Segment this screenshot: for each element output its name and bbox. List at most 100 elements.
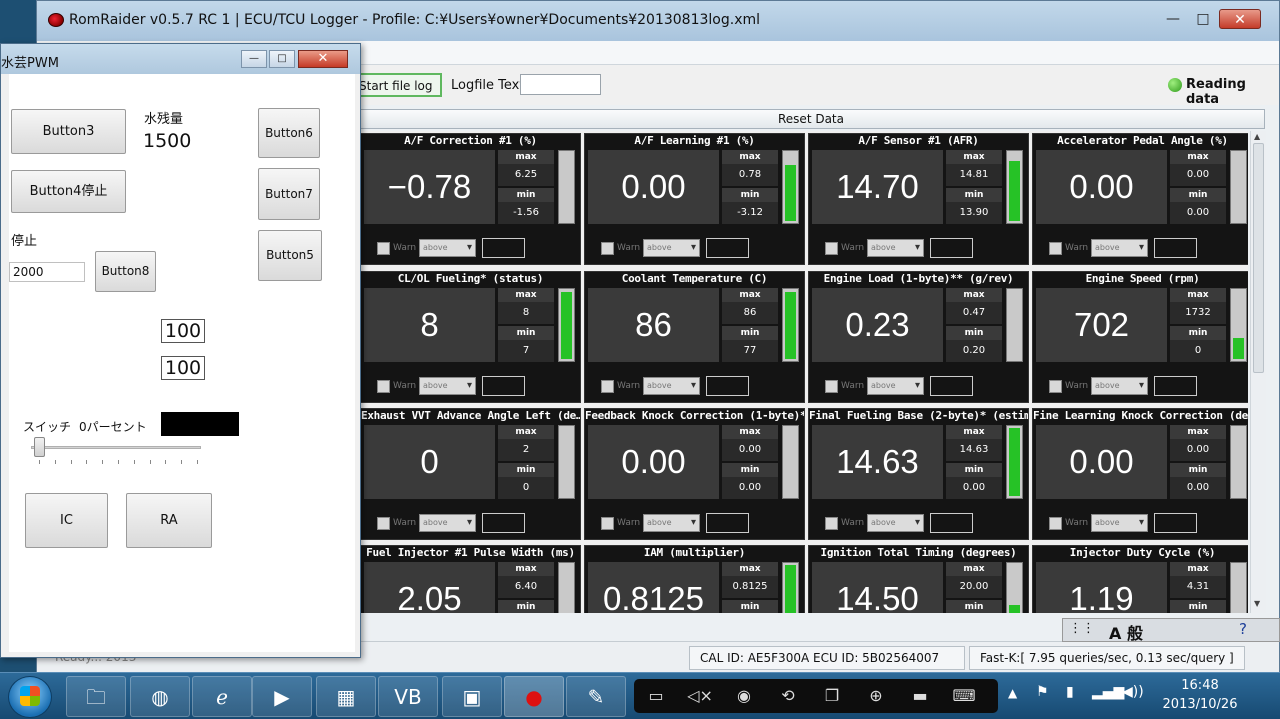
warn-threshold-input[interactable] [1154, 376, 1197, 396]
signal-icon[interactable]: ▂▄▆ [1092, 684, 1124, 700]
slider-tick [197, 460, 198, 464]
warn-mode-select[interactable]: above [419, 514, 476, 532]
globe-icon[interactable]: ◍ [130, 676, 190, 717]
button7[interactable]: Button7 [258, 168, 320, 220]
media-player-icon[interactable]: ▶ [252, 676, 312, 717]
warn-threshold-input[interactable] [482, 513, 525, 533]
warn-threshold-input[interactable] [706, 513, 749, 533]
start-button[interactable] [8, 676, 52, 718]
scrollbar-thumb[interactable] [1253, 143, 1264, 373]
zoom-icon[interactable]: ⊕ [854, 679, 898, 713]
warn-checkbox[interactable] [1049, 380, 1062, 393]
tray-arrow-icon[interactable]: ▲ [1008, 686, 1017, 700]
warn-threshold-input[interactable] [1154, 513, 1197, 533]
warn-mode-select[interactable]: above [867, 514, 924, 532]
warn-mode-select[interactable]: above [643, 377, 700, 395]
warn-mode-select[interactable]: above [419, 239, 476, 257]
warn-checkbox[interactable] [825, 242, 838, 255]
gauges-scrollbar[interactable]: ▲ ▼ [1250, 131, 1266, 613]
warn-checkbox[interactable] [601, 242, 614, 255]
button8[interactable]: Button8 [95, 251, 156, 292]
pwm-close-button[interactable]: ✕ [298, 50, 348, 68]
warn-threshold-input[interactable] [1154, 238, 1197, 258]
warn-mode-select[interactable]: above [1091, 514, 1148, 532]
start-file-log-button[interactable]: Start file log [353, 73, 442, 97]
warn-threshold-input[interactable] [482, 376, 525, 396]
warn-checkbox[interactable] [377, 380, 390, 393]
logfile-text-input[interactable] [520, 74, 601, 95]
minimize-button[interactable]: — [1159, 9, 1187, 29]
warn-checkbox[interactable] [825, 380, 838, 393]
ic-button[interactable]: IC [25, 493, 108, 548]
warn-mode-select[interactable]: above [1091, 377, 1148, 395]
warn-threshold-input[interactable] [706, 376, 749, 396]
warn-checkbox[interactable] [1049, 242, 1062, 255]
pwm-minimize-button[interactable]: — [241, 50, 267, 68]
close-button[interactable]: ✕ [1219, 9, 1261, 29]
romraider-app-icon [48, 13, 64, 27]
warn-checkbox[interactable] [601, 517, 614, 530]
scroll-down-icon[interactable]: ▼ [1254, 599, 1260, 608]
screen-icon[interactable]: ▬ [898, 679, 942, 713]
warn-threshold-input[interactable] [930, 238, 973, 258]
keyboard-icon[interactable]: ⌨ [942, 679, 986, 713]
warn-checkbox[interactable] [377, 242, 390, 255]
warn-threshold-input[interactable] [706, 238, 749, 258]
pwm-slider-thumb[interactable] [34, 437, 45, 457]
volume-icon[interactable]: ◀)) [1122, 684, 1144, 700]
vb-icon[interactable]: VB [378, 676, 438, 717]
pwm-title-bar[interactable]: 水芸PWM — □ ✕ [1, 44, 360, 74]
warn-mode-select[interactable]: above [643, 514, 700, 532]
rotate-icon[interactable]: ⟲ [766, 679, 810, 713]
warn-checkbox[interactable] [601, 380, 614, 393]
ime-mode[interactable]: A 般 [1109, 620, 1143, 644]
slider-tick [86, 460, 88, 464]
button5[interactable]: Button5 [258, 230, 322, 281]
maximize-button[interactable]: □ [1189, 9, 1217, 29]
calculator-icon[interactable]: ▦ [316, 676, 376, 717]
warn-mode-select[interactable]: above [867, 239, 924, 257]
warn-mode-select[interactable]: above [419, 377, 476, 395]
warn-threshold-input[interactable] [930, 376, 973, 396]
camera-icon[interactable]: ◉ [722, 679, 766, 713]
value-input[interactable]: 2000 [9, 262, 85, 282]
warn-threshold-input[interactable] [482, 238, 525, 258]
pwm-maximize-button[interactable]: □ [269, 50, 295, 68]
gauge-value: 14.70 [812, 150, 943, 224]
tray-clock[interactable]: 16:48 2013/10/26 [1150, 676, 1250, 714]
warn-checkbox[interactable] [1049, 517, 1062, 530]
ime-language-bar[interactable]: ⋮⋮ A 般 ? [1062, 618, 1280, 644]
main-title-bar[interactable]: RomRaider v0.5.7 RC 1 | ECU/TCU Logger -… [37, 1, 1279, 41]
folder-icon[interactable]: 🗀 [66, 676, 126, 717]
warn-threshold-input[interactable] [930, 513, 973, 533]
warn-checkbox[interactable] [825, 517, 838, 530]
mute-icon[interactable]: ◁× [678, 679, 722, 713]
window-icon[interactable]: ▭ [634, 679, 678, 713]
warn-mode-select[interactable]: above [867, 377, 924, 395]
ie-icon[interactable]: ℯ [192, 676, 252, 717]
reading-data-status: Reading data [1186, 77, 1246, 107]
slider-tick [54, 460, 56, 464]
gauge-max-label: max [946, 150, 1002, 164]
button6[interactable]: Button6 [258, 108, 320, 158]
gauge-min-value: 0.00 [722, 477, 778, 499]
office-icon[interactable]: ▣ [442, 676, 502, 717]
reset-data-button[interactable]: Reset Data [357, 109, 1265, 129]
pwm-slider-track[interactable] [31, 446, 201, 449]
gauge-max-label: max [946, 425, 1002, 439]
gauge-max-label: max [722, 425, 778, 439]
romraider-icon[interactable]: ● [504, 676, 564, 717]
warn-checkbox[interactable] [377, 517, 390, 530]
help-icon[interactable]: ? [1239, 620, 1247, 638]
battery-icon[interactable]: ▮ [1066, 684, 1074, 700]
paint-icon[interactable]: ✎ [566, 676, 626, 717]
windows-icon[interactable]: ❐ [810, 679, 854, 713]
warn-mode-select[interactable]: above [1091, 239, 1148, 257]
scroll-up-icon[interactable]: ▲ [1254, 132, 1260, 141]
button3[interactable]: Button3 [11, 109, 126, 154]
ra-button[interactable]: RA [126, 493, 212, 548]
action-center-icon[interactable]: ⚑ [1036, 684, 1049, 700]
button4-stop[interactable]: Button4停止 [11, 170, 126, 213]
gauge-level-bar [558, 425, 575, 499]
warn-mode-select[interactable]: above [643, 239, 700, 257]
